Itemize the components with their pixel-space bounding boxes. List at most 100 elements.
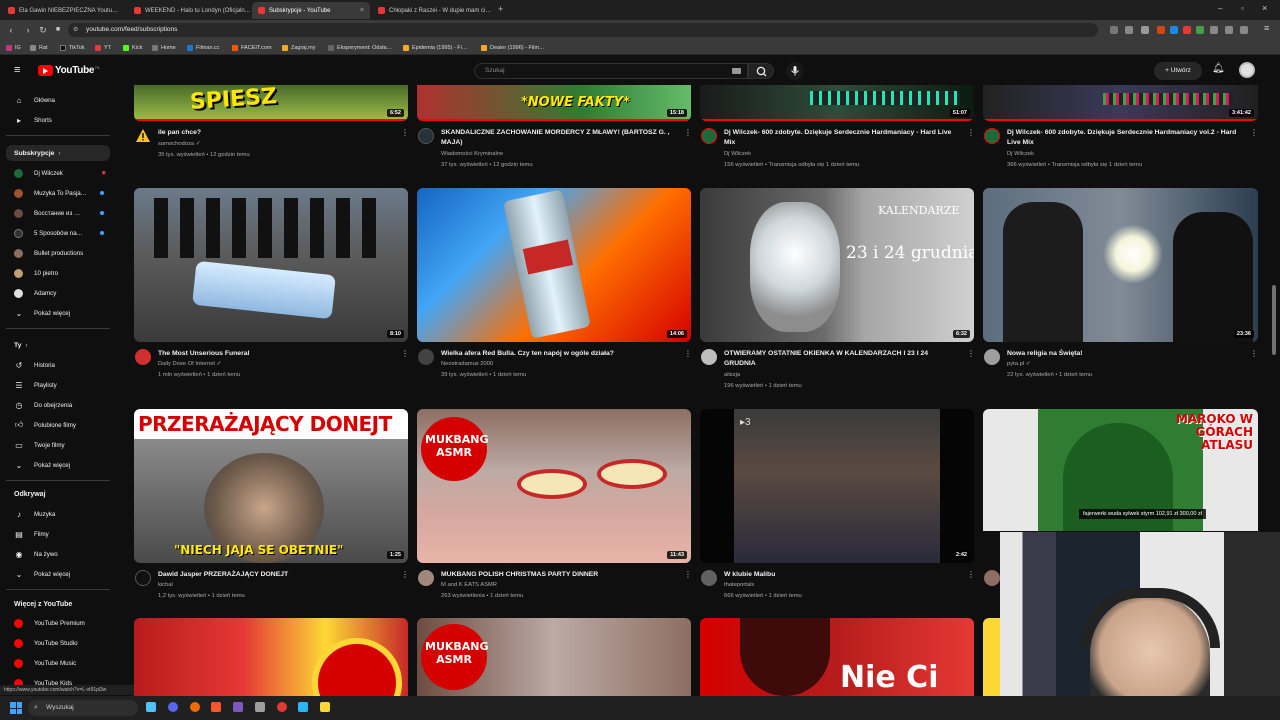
- browser-tab[interactable]: Chłopaki z Raszei - W dupie mam ci…: [372, 2, 496, 19]
- bookmark-item[interactable]: Dealer (1996) - Film…: [481, 42, 544, 53]
- sidebar-you-header[interactable]: Ty ›: [6, 337, 110, 353]
- close-tab-icon[interactable]: ×: [356, 7, 364, 14]
- channel-name[interactable]: samochodoza ✓: [158, 141, 201, 147]
- video-thumbnail[interactable]: 51:07: [700, 85, 974, 121]
- youtube-logo[interactable]: YouTube PL: [38, 65, 100, 76]
- channel-avatar[interactable]: [135, 128, 151, 144]
- sidebar-item-channel[interactable]: 5 Sposobów na…: [6, 225, 110, 241]
- back-icon[interactable]: ‹: [5, 24, 17, 36]
- telegram-icon[interactable]: [298, 702, 308, 712]
- site-info-icon[interactable]: ⚙: [73, 23, 78, 37]
- chrome-icon[interactable]: [190, 702, 200, 712]
- bookmark-item[interactable]: Eksperyment: Odsła…: [328, 42, 392, 53]
- channel-name[interactable]: Wiadomości Kryminalne: [441, 151, 503, 157]
- search-input[interactable]: Szukaj: [474, 63, 748, 79]
- channel-name[interactable]: kichal: [158, 582, 173, 588]
- puzzle-icon[interactable]: [1210, 26, 1218, 34]
- channel-avatar[interactable]: [984, 128, 1000, 144]
- voice-search-button[interactable]: [786, 62, 804, 80]
- more-actions-icon[interactable]: ⋮: [401, 349, 409, 359]
- app-icon[interactable]: [277, 702, 287, 712]
- channel-avatar[interactable]: [984, 349, 1000, 365]
- video-thumbnail[interactable]: Nie Ci: [700, 618, 974, 696]
- discord-icon[interactable]: [168, 702, 178, 712]
- bookmark-item[interactable]: IG: [6, 42, 21, 53]
- sidebar-subscriptions-header[interactable]: Subskrypcje ›: [6, 145, 110, 161]
- video-title[interactable]: Dj Wilczek- 600 zdobyte. Dziękuje Serdec…: [724, 128, 960, 148]
- more-actions-icon[interactable]: ⋮: [684, 349, 692, 359]
- bookmark-item[interactable]: Rat: [30, 42, 48, 53]
- video-thumbnail[interactable]: SPIESZ 6:52: [134, 85, 408, 121]
- more-actions-icon[interactable]: ⋮: [967, 349, 975, 359]
- sidebar-item-channel[interactable]: Восстание из …: [6, 205, 110, 221]
- reload-icon[interactable]: ↻: [37, 24, 49, 36]
- more-actions-icon[interactable]: ⋮: [967, 570, 975, 580]
- channel-avatar[interactable]: [418, 128, 434, 144]
- task-view-icon[interactable]: [146, 702, 156, 712]
- close-window-icon[interactable]: ×: [1262, 3, 1267, 13]
- bookmark-item[interactable]: Filman.cc: [187, 42, 220, 53]
- sidebar-show-more[interactable]: ⌄ Pokaż więcej: [6, 305, 110, 321]
- sidebar-show-more[interactable]: ⌄ Pokaż więcej: [6, 566, 110, 582]
- scrollbar-thumb[interactable]: [1272, 285, 1276, 355]
- more-actions-icon[interactable]: ⋮: [1250, 349, 1258, 359]
- channel-name[interactable]: M and K EATS ASMR: [441, 582, 497, 588]
- create-button[interactable]: + Utwórz: [1154, 62, 1202, 80]
- video-title[interactable]: Dj Wilczek- 600 zdobyte. Dziękuje Serdec…: [1007, 128, 1245, 148]
- hamburger-menu-icon[interactable]: ≡: [14, 64, 20, 76]
- sidebar-item-channel[interactable]: Muzyka To Pasja…: [6, 185, 110, 201]
- more-actions-icon[interactable]: ⋮: [1250, 128, 1258, 138]
- sidebar-item-music-app[interactable]: YouTube Music: [6, 655, 110, 671]
- channel-avatar[interactable]: [701, 349, 717, 365]
- windows-start-icon[interactable]: [10, 702, 22, 714]
- bookmark-icon[interactable]: ■: [52, 24, 64, 36]
- sidebar-item-shorts[interactable]: ▸ Shorts: [6, 112, 110, 128]
- video-thumbnail[interactable]: 8:10: [134, 188, 408, 342]
- more-actions-icon[interactable]: ⋮: [684, 128, 692, 138]
- video-title[interactable]: SKANDALICZNE ZACHOWANIE MORDERCY Z MŁAWY…: [441, 128, 677, 148]
- sidebar-item-liked[interactable]: 👍︎ Polubione filmy: [6, 417, 110, 433]
- bookmark-item[interactable]: Zagraj.my: [282, 42, 315, 53]
- video-thumbnail[interactable]: MUKBANG ASMR: [417, 618, 691, 696]
- bookmark-item[interactable]: Home: [152, 42, 176, 53]
- sidebar-item-channel[interactable]: 10 pietro: [6, 265, 110, 281]
- minimize-icon[interactable]: –: [1218, 4, 1222, 13]
- download-icon[interactable]: [1225, 26, 1233, 34]
- maximize-icon[interactable]: ▫: [1241, 4, 1244, 13]
- channel-avatar[interactable]: [135, 349, 151, 365]
- video-thumbnail[interactable]: ▸3 2:42: [700, 409, 974, 563]
- sidebar-item-home[interactable]: ⌂ Główna: [6, 92, 110, 108]
- sidebar-item-channel[interactable]: Bullet productions: [6, 245, 110, 261]
- brave-icon[interactable]: [211, 702, 221, 712]
- channel-name[interactable]: Neostradamus 2000: [441, 361, 493, 367]
- sidebar-item-channel[interactable]: Dj Wilczek ◉: [6, 165, 110, 181]
- extension-icon[interactable]: [1183, 26, 1191, 34]
- search-button[interactable]: [748, 63, 774, 79]
- menu-icon[interactable]: ≡: [1264, 23, 1269, 33]
- channel-avatar[interactable]: [701, 570, 717, 586]
- video-thumbnail[interactable]: MUKBANG ASMR 11:43: [417, 409, 691, 563]
- sidebar-item-your-videos[interactable]: ▭ Twoje filmy: [6, 437, 110, 453]
- bookmark-item[interactable]: YT: [95, 42, 111, 53]
- video-thumbnail[interactable]: [134, 618, 408, 696]
- sidebar-item-music[interactable]: ♪ Muzyka: [6, 506, 110, 522]
- video-title[interactable]: Nowa religia na Święta!: [1007, 349, 1243, 369]
- more-actions-icon[interactable]: ⋮: [401, 128, 409, 138]
- sidebar-item-live[interactable]: ◉ Na żywo: [6, 546, 110, 562]
- obs-icon[interactable]: [233, 702, 243, 712]
- account-avatar[interactable]: [1239, 62, 1255, 78]
- bookmark-item[interactable]: TikTok: [60, 42, 85, 53]
- cast-icon[interactable]: [1110, 26, 1118, 34]
- star-icon[interactable]: [1141, 26, 1149, 34]
- more-actions-icon[interactable]: ⋮: [401, 570, 409, 580]
- channel-name[interactable]: pyta.pl ✓: [1007, 361, 1031, 367]
- video-thumbnail[interactable]: PRZERAŻAJĄCY DONEJT "NIECH JAJA SE OBETN…: [134, 409, 408, 563]
- brave-shield-icon[interactable]: [1157, 26, 1165, 34]
- sidebar-show-more[interactable]: ⌄ Pokaż więcej: [6, 457, 110, 473]
- taskbar-search-input[interactable]: ⌕ Wyszukaj: [28, 700, 138, 716]
- app-icon[interactable]: [255, 702, 265, 712]
- channel-avatar[interactable]: [984, 570, 1000, 586]
- sidebar-item-channel[interactable]: Adamcy: [6, 285, 110, 301]
- sidebar-item-studio[interactable]: YouTube Studio: [6, 635, 110, 651]
- bookmark-item[interactable]: Kick: [123, 42, 142, 53]
